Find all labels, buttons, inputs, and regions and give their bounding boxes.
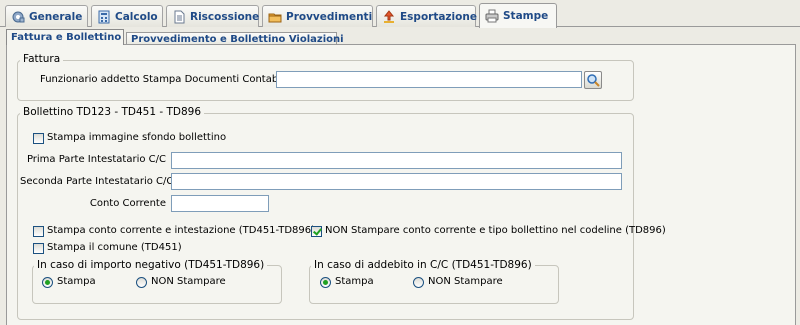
tab-label: Esportazione (400, 10, 477, 23)
addebito-legend: In caso di addebito in C/C (TD451-TD896) (311, 259, 535, 271)
radio-label: Stampa (57, 276, 96, 287)
stampa-conto-checkbox[interactable] (33, 226, 44, 237)
tab-label: Calcolo (115, 10, 158, 23)
fattura-legend: Fattura (20, 53, 64, 65)
tab-esportazione[interactable]: Esportazione (376, 5, 477, 27)
subtab-label: Fattura e Bollettino (11, 32, 122, 43)
seconda-parte-input[interactable] (171, 173, 622, 190)
tab-riscossione[interactable]: Riscossione (166, 5, 259, 27)
radio-label: NON Stampare (151, 276, 226, 287)
conto-corrente-label: Conto Corrente (89, 198, 166, 209)
addebito-stampa-radio[interactable] (320, 277, 331, 288)
prima-parte-label: Prima Parte Intestatario C/C (26, 154, 166, 165)
export-icon (382, 9, 396, 24)
search-icon (587, 74, 600, 87)
stampa-sfondo-label: Stampa immagine sfondo bollettino (47, 132, 227, 143)
bollettino-legend: Bollettino TD123 - TD451 - TD896 (20, 106, 205, 118)
tab-label: Provvedimenti (286, 10, 373, 23)
seconda-parte-label: Seconda Parte Intestatario C/C (20, 176, 174, 187)
folder-icon (268, 10, 282, 24)
subtab-label: Provvedimento e Bollettino Violazioni (131, 33, 344, 45)
stampa-sfondo-checkbox[interactable] (33, 133, 44, 144)
importo-negativo-legend: In caso di importo negativo (TD451-TD896… (34, 259, 268, 271)
funzionario-label: Funzionario addetto Stampa Documenti Con… (40, 74, 287, 85)
non-stampare-label: NON Stampare conto corrente e tipo bolle… (325, 225, 666, 236)
importo-negativo-stampa-radio[interactable] (42, 277, 53, 288)
tab-label: Riscossione (190, 10, 260, 23)
funzionario-input[interactable] (276, 71, 582, 88)
calculator-icon (97, 10, 111, 24)
document-icon (172, 10, 186, 24)
tab-label: Generale (29, 10, 83, 23)
conto-corrente-input[interactable] (171, 195, 269, 212)
importo-negativo-non-stampare-radio[interactable] (136, 277, 147, 288)
tab-stampe[interactable]: Stampe (479, 3, 557, 28)
radio-label: NON Stampare (428, 276, 503, 287)
stampa-comune-checkbox[interactable] (33, 243, 44, 254)
main-tabbar: Generale Calcolo Riscossione Provvedimen… (0, 0, 800, 28)
subtab-fattura-bollettino[interactable]: Fattura e Bollettino (6, 29, 124, 45)
tab-provvedimenti[interactable]: Provvedimenti (262, 5, 373, 27)
stampa-conto-label: Stampa conto corrente e intestazione (TD… (47, 225, 316, 236)
radio-label: Stampa (335, 276, 374, 287)
gear-icon (11, 10, 25, 24)
printer-icon (485, 9, 499, 23)
prima-parte-input[interactable] (171, 152, 622, 169)
non-stampare-checkbox[interactable] (311, 226, 322, 237)
funzionario-search-button[interactable] (584, 71, 602, 89)
tab-label: Stampe (503, 10, 549, 22)
tab-generale[interactable]: Generale (5, 5, 88, 27)
stampa-comune-label: Stampa il comune (TD451) (47, 242, 182, 253)
tab-calcolo[interactable]: Calcolo (91, 5, 163, 27)
addebito-non-stampare-radio[interactable] (413, 277, 424, 288)
